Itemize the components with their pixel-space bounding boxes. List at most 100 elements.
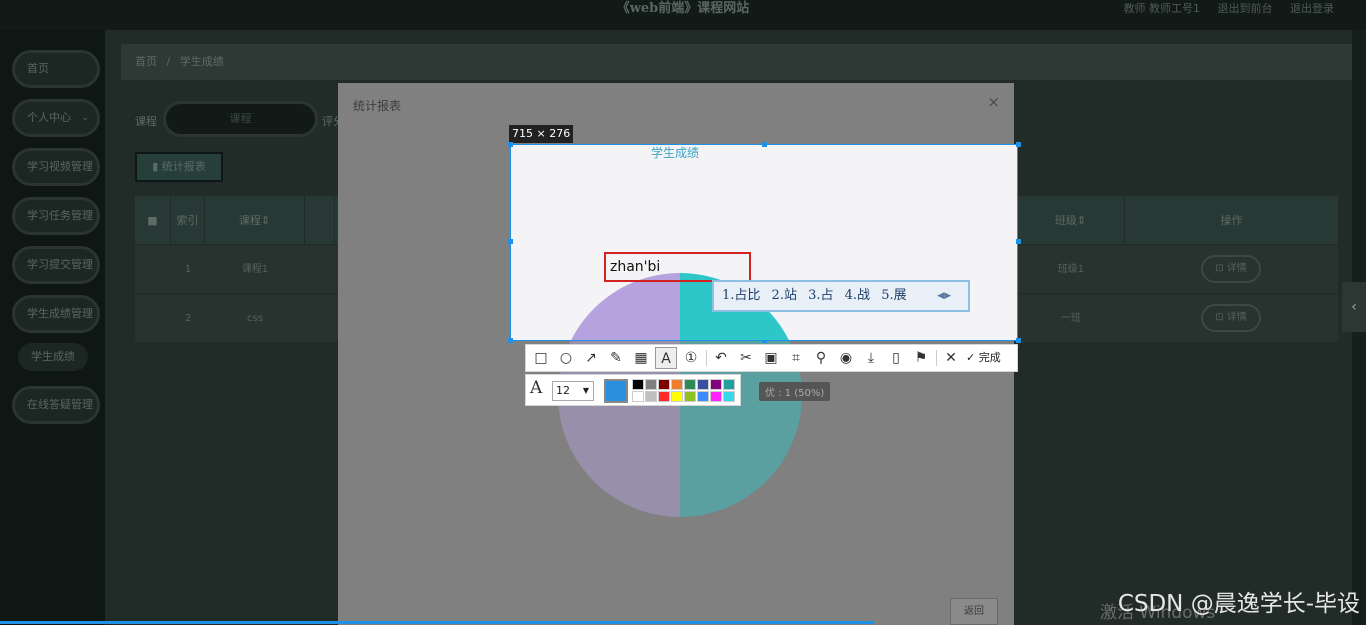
ime-candidate[interactable]: 3.占	[808, 288, 833, 303]
color-swatch[interactable]	[684, 391, 696, 402]
bookmark-icon[interactable]: ⚑	[910, 347, 932, 369]
sidebar-item-task-management[interactable]: 学习任务管理	[12, 197, 100, 235]
sidebar-item-qa-management[interactable]: 在线答疑管理	[12, 386, 100, 424]
resize-handle[interactable]	[508, 239, 513, 244]
toolbar-divider	[706, 350, 707, 366]
sidebar-item-label: 学习提交管理	[27, 258, 93, 271]
sidebar-item-submission-management[interactable]: 学习提交管理	[12, 246, 100, 284]
record-icon[interactable]: ◉	[835, 347, 857, 369]
color-swatch[interactable]	[710, 391, 722, 402]
color-swatch[interactable]	[710, 379, 722, 390]
sidebar-item-label: 个人中心	[27, 111, 71, 124]
pie-slice[interactable]	[558, 273, 680, 340]
sort-icon: ⇕	[260, 213, 271, 227]
ime-candidate-list: 1.占比 2.站 3.占 4.战 5.展 ◀▶	[712, 280, 970, 312]
done-button[interactable]: ✓ 完成	[966, 345, 1001, 371]
color-swatch[interactable]	[632, 379, 644, 390]
scan-icon[interactable]: ⌗	[785, 347, 807, 369]
color-swatch[interactable]	[697, 391, 709, 402]
column-header-actions: 操作	[1220, 214, 1243, 227]
color-swatch[interactable]	[723, 379, 735, 390]
capture-size-label: 715 × 276	[509, 125, 574, 143]
exit-to-front-link[interactable]: 退出到前台	[1218, 2, 1273, 15]
select-all-checkbox[interactable]: ■	[135, 196, 171, 244]
ime-page-arrows-icon[interactable]: ◀▶	[937, 282, 951, 310]
teacher-account-link[interactable]: 教师 教师工号1	[1124, 2, 1201, 15]
resize-handle[interactable]	[1016, 338, 1021, 343]
ellipse-tool-icon[interactable]: ○	[555, 347, 577, 369]
top-nav: 教师 教师工号1 退出到前台 退出登录	[1110, 0, 1335, 18]
sidebar-item-personal-center[interactable]: 个人中心 ⌄	[12, 99, 100, 137]
ime-candidate[interactable]: 1.占比	[722, 288, 760, 303]
column-header-class[interactable]: 班级 ⇕	[1017, 196, 1125, 244]
sidebar-item-grade-management[interactable]: 学生成绩管理	[12, 295, 100, 333]
ime-candidate[interactable]: 2.站	[772, 288, 797, 303]
column-header-course[interactable]: 课程 ⇕	[205, 196, 305, 244]
undo-icon[interactable]: ↶	[710, 347, 732, 369]
font-size-select[interactable]: 12 ▼	[552, 381, 594, 401]
cell-class: 一班	[1061, 313, 1081, 324]
sidebar-item-home[interactable]: 首页	[12, 50, 100, 88]
download-icon[interactable]: ⤓	[860, 347, 882, 369]
check-icon: ✓	[966, 351, 979, 364]
sidebar: 首页 个人中心 ⌄ 学习视频管理 学习任务管理 学习提交管理 学生成绩管理 学生成…	[0, 30, 105, 625]
current-color-swatch[interactable]	[604, 379, 628, 403]
pin-icon[interactable]: ⚲	[810, 347, 832, 369]
color-swatch[interactable]	[658, 379, 670, 390]
resize-handle[interactable]	[508, 338, 513, 343]
ocr-icon[interactable]: ▣	[760, 347, 782, 369]
stats-report-button[interactable]: ▮ 统计报表	[135, 152, 223, 182]
arrow-tool-icon[interactable]: ↗	[580, 347, 602, 369]
stats-report-label: 统计报表	[161, 160, 206, 173]
detail-button[interactable]: ⊡ 详情	[1201, 255, 1261, 283]
color-swatch[interactable]	[671, 391, 683, 402]
back-button[interactable]: 返回	[950, 598, 998, 625]
number-tool-icon[interactable]: ①	[680, 347, 702, 369]
course-filter-label: 课程	[135, 115, 157, 128]
color-swatch[interactable]	[671, 379, 683, 390]
resize-handle[interactable]	[762, 142, 767, 147]
chart-title: 学生成绩	[651, 146, 700, 160]
top-bar: 《web前端》课程网站 教师 教师工号1 退出到前台 退出登录	[0, 0, 1366, 30]
resize-handle[interactable]	[1016, 142, 1021, 147]
ime-candidate[interactable]: 4.战	[845, 288, 870, 303]
sidebar-subitem-grades[interactable]: 学生成绩	[18, 343, 88, 371]
color-swatch[interactable]	[645, 391, 657, 402]
color-swatch[interactable]	[645, 379, 657, 390]
caret-down-icon: ▼	[582, 386, 589, 395]
cut-icon[interactable]: ✂	[735, 347, 757, 369]
cell-index: 1	[184, 264, 192, 275]
column-header-label: 班级	[1054, 214, 1077, 227]
cell-course: css	[247, 313, 263, 324]
sidebar-item-label: 在线答疑管理	[27, 398, 93, 411]
mosaic-tool-icon[interactable]: ▦	[630, 347, 652, 369]
collapse-panel-button[interactable]: ‹	[1342, 282, 1366, 332]
phone-icon[interactable]: ▯	[885, 347, 907, 369]
modal-title: 统计报表	[353, 99, 402, 113]
resize-handle[interactable]	[1016, 239, 1021, 244]
detail-button[interactable]: ⊡ 详情	[1201, 304, 1261, 332]
breadcrumb-separator: /	[166, 55, 171, 68]
rectangle-tool-icon[interactable]: □	[530, 347, 552, 369]
close-icon[interactable]: ×	[987, 93, 1000, 111]
text-tool-icon[interactable]: A	[655, 347, 677, 369]
sidebar-item-video-management[interactable]: 学习视频管理	[12, 148, 100, 186]
detail-icon: ⊡	[1215, 263, 1227, 274]
ime-candidate[interactable]: 5.展	[881, 288, 906, 303]
color-swatch[interactable]	[697, 379, 709, 390]
breadcrumb-home[interactable]: 首页	[135, 55, 157, 68]
resize-handle[interactable]	[508, 142, 513, 147]
course-filter-input[interactable]: 课程	[163, 101, 318, 137]
color-swatch[interactable]	[658, 391, 670, 402]
logout-link[interactable]: 退出登录	[1290, 2, 1334, 15]
cell-class: 班级1	[1057, 264, 1085, 275]
text-style-bar: A 12 ▼	[525, 374, 741, 406]
ime-composition-input[interactable]: zhan'bi	[604, 252, 751, 282]
pen-tool-icon[interactable]: ✎	[605, 347, 627, 369]
sidebar-item-label: 学习视频管理	[27, 160, 93, 173]
color-swatch[interactable]	[723, 391, 735, 402]
cancel-icon[interactable]: ✕	[940, 347, 962, 369]
color-swatch[interactable]	[684, 379, 696, 390]
column-header-index[interactable]: 索引	[171, 196, 205, 244]
color-swatch[interactable]	[632, 391, 644, 402]
